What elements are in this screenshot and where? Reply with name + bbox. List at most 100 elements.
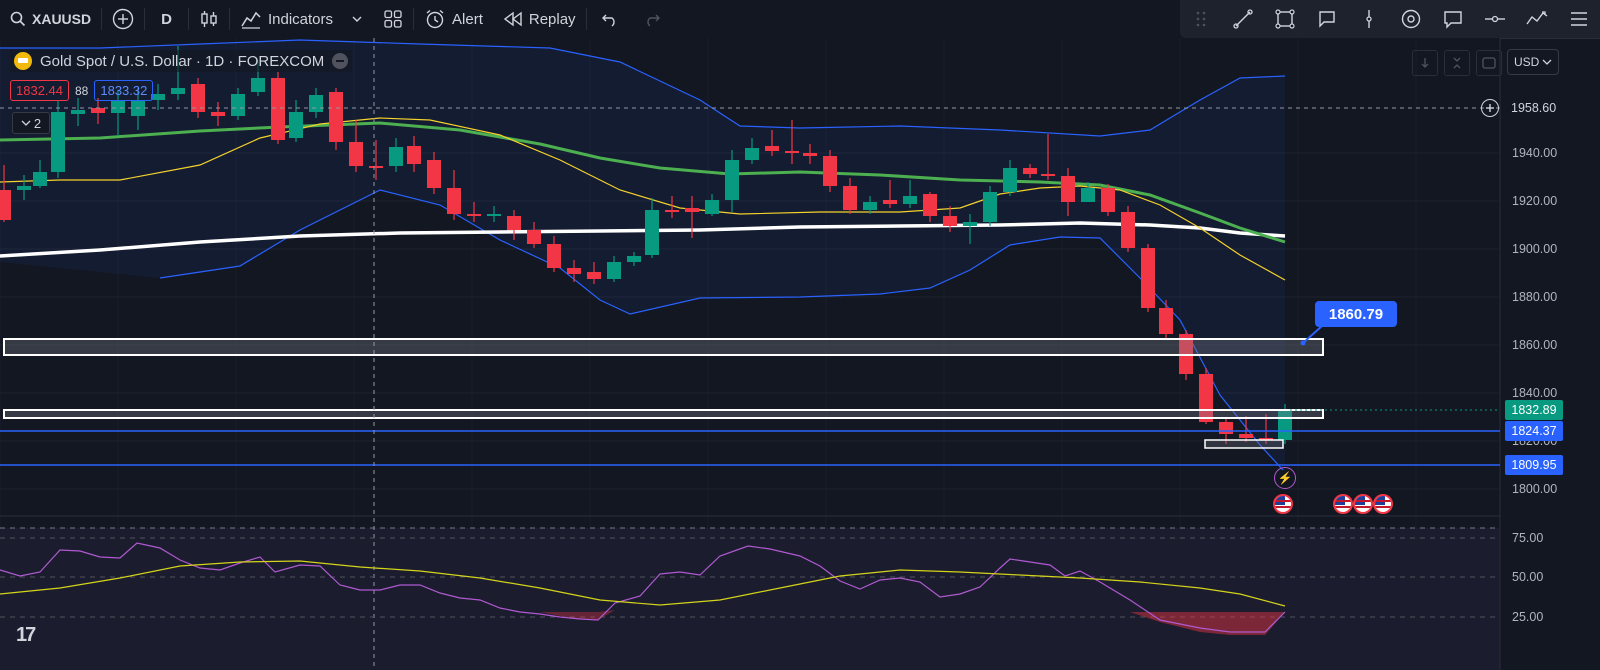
us-flag-event-icon[interactable] bbox=[1273, 494, 1293, 514]
indicators-collapse-button[interactable]: 2 bbox=[12, 112, 50, 134]
candle-up bbox=[487, 214, 501, 216]
trendline-icon[interactable] bbox=[1228, 4, 1258, 34]
candle-down bbox=[765, 146, 779, 151]
candle-up bbox=[745, 148, 759, 160]
candle-down bbox=[349, 142, 363, 166]
replay-button[interactable]: Replay bbox=[493, 0, 586, 38]
search-icon bbox=[10, 11, 26, 27]
candle-down bbox=[1121, 212, 1135, 248]
sell-price-button[interactable]: 1832.44 bbox=[10, 80, 69, 101]
candle-up bbox=[903, 196, 917, 204]
hide-legend-icon[interactable] bbox=[332, 53, 349, 69]
lightning-icon[interactable]: ⚡ bbox=[1274, 467, 1296, 489]
candle-down bbox=[507, 216, 521, 230]
us-flag-event-icon[interactable] bbox=[1373, 494, 1393, 514]
candle-down bbox=[271, 78, 285, 140]
candle-down bbox=[685, 208, 699, 212]
supply-zone-rectangle bbox=[3, 338, 1324, 356]
rectangle-icon[interactable] bbox=[1270, 4, 1300, 34]
currency-label: USD bbox=[1514, 55, 1540, 69]
indicators-label: Indicators bbox=[267, 10, 334, 28]
us-flag-event-icon[interactable] bbox=[1353, 494, 1373, 514]
alert-icon bbox=[426, 9, 444, 29]
buy-price-button[interactable]: 1833.32 bbox=[94, 80, 154, 101]
candle-down bbox=[447, 188, 461, 214]
candle-up bbox=[289, 112, 303, 138]
symbol-search[interactable]: XAUUSD bbox=[0, 0, 101, 38]
candle-up bbox=[607, 262, 621, 279]
replay-label: Replay bbox=[528, 10, 576, 28]
zone-rectangle bbox=[3, 409, 1324, 419]
indicators-button[interactable]: Indicators bbox=[230, 0, 373, 38]
add-symbol-icon bbox=[112, 8, 134, 30]
undo-button[interactable] bbox=[587, 0, 633, 38]
candle-up bbox=[17, 186, 31, 190]
interval-button[interactable]: D bbox=[145, 0, 188, 38]
compare-button[interactable] bbox=[102, 0, 144, 38]
price-tick: 1920.00 bbox=[1512, 194, 1558, 208]
symbol-label: XAUUSD bbox=[32, 11, 92, 27]
chart-legend-title: Gold Spot / U.S. Dollar · 1D · FOREXCOM bbox=[10, 50, 353, 72]
drag-handle-icon[interactable] bbox=[1186, 4, 1216, 34]
candle-down bbox=[547, 244, 561, 268]
layout-button[interactable] bbox=[373, 0, 413, 38]
alert-label: Alert bbox=[452, 10, 483, 28]
chart-type-button[interactable] bbox=[189, 0, 229, 38]
comment-icon[interactable] bbox=[1438, 4, 1468, 34]
alert-button[interactable]: Alert bbox=[414, 0, 493, 38]
candle-down bbox=[923, 194, 937, 216]
candle-down bbox=[1101, 188, 1115, 212]
candle-up bbox=[725, 160, 739, 200]
candle-up bbox=[389, 147, 403, 166]
currency-selector[interactable]: USD bbox=[1507, 49, 1559, 75]
drawing-toolbar bbox=[1180, 0, 1600, 38]
price-label-high: 1958.60 bbox=[1505, 98, 1563, 118]
candle-up bbox=[231, 94, 245, 116]
collapse-icon[interactable] bbox=[1444, 50, 1470, 76]
position-icon[interactable] bbox=[1480, 4, 1510, 34]
price-tick: 1880.00 bbox=[1512, 290, 1558, 304]
last-price-label: 1832.89 bbox=[1505, 400, 1563, 420]
interval-label: D bbox=[161, 10, 172, 28]
candle-down bbox=[803, 153, 817, 156]
menu-icon[interactable] bbox=[1564, 4, 1594, 34]
price-callout-label[interactable]: 1860.79 bbox=[1315, 301, 1397, 327]
candles-icon bbox=[201, 11, 217, 27]
fullscreen-icon[interactable] bbox=[1476, 50, 1502, 76]
candle-down bbox=[427, 160, 441, 188]
axis-tools bbox=[1412, 50, 1502, 76]
us-flag-event-icon[interactable] bbox=[1333, 494, 1353, 514]
add-alert-plus-icon[interactable] bbox=[1481, 99, 1499, 117]
candle-down bbox=[467, 214, 481, 216]
trade-buttons: 1832.44 88 1833.32 bbox=[10, 80, 154, 101]
candle-up bbox=[863, 202, 877, 210]
redo-button[interactable] bbox=[633, 0, 671, 38]
candle-down bbox=[527, 230, 541, 244]
candle-down bbox=[329, 92, 343, 142]
rsi-pane-background bbox=[0, 528, 1500, 670]
chevron-down-icon bbox=[1542, 59, 1552, 65]
vertical-line-icon[interactable] bbox=[1354, 4, 1384, 34]
wave-icon[interactable] bbox=[1522, 4, 1552, 34]
candle-down bbox=[1023, 168, 1037, 174]
small-zone-rectangle bbox=[1204, 439, 1284, 449]
candle-up bbox=[1081, 188, 1095, 202]
candle-down bbox=[587, 272, 601, 279]
candle-down bbox=[943, 216, 957, 226]
price-tick: 1800.00 bbox=[1512, 482, 1558, 496]
price-chart[interactable] bbox=[0, 38, 1600, 670]
indicators-icon bbox=[241, 11, 261, 29]
rsi-tick: 50.00 bbox=[1512, 570, 1544, 584]
arrow-down-icon[interactable] bbox=[1412, 50, 1438, 76]
candle-up bbox=[71, 110, 85, 114]
candle-down bbox=[0, 190, 11, 220]
candle-down bbox=[1141, 248, 1155, 308]
candle-up bbox=[645, 210, 659, 255]
target-icon[interactable] bbox=[1396, 4, 1426, 34]
symbol-description[interactable]: Gold Spot / U.S. Dollar · 1D · FOREXCOM bbox=[40, 53, 324, 70]
candle-up bbox=[627, 256, 641, 262]
price-tick: 1840.00 bbox=[1512, 386, 1558, 400]
callout-icon[interactable] bbox=[1312, 4, 1342, 34]
candle-up bbox=[705, 200, 719, 214]
candle-down bbox=[1239, 434, 1253, 438]
